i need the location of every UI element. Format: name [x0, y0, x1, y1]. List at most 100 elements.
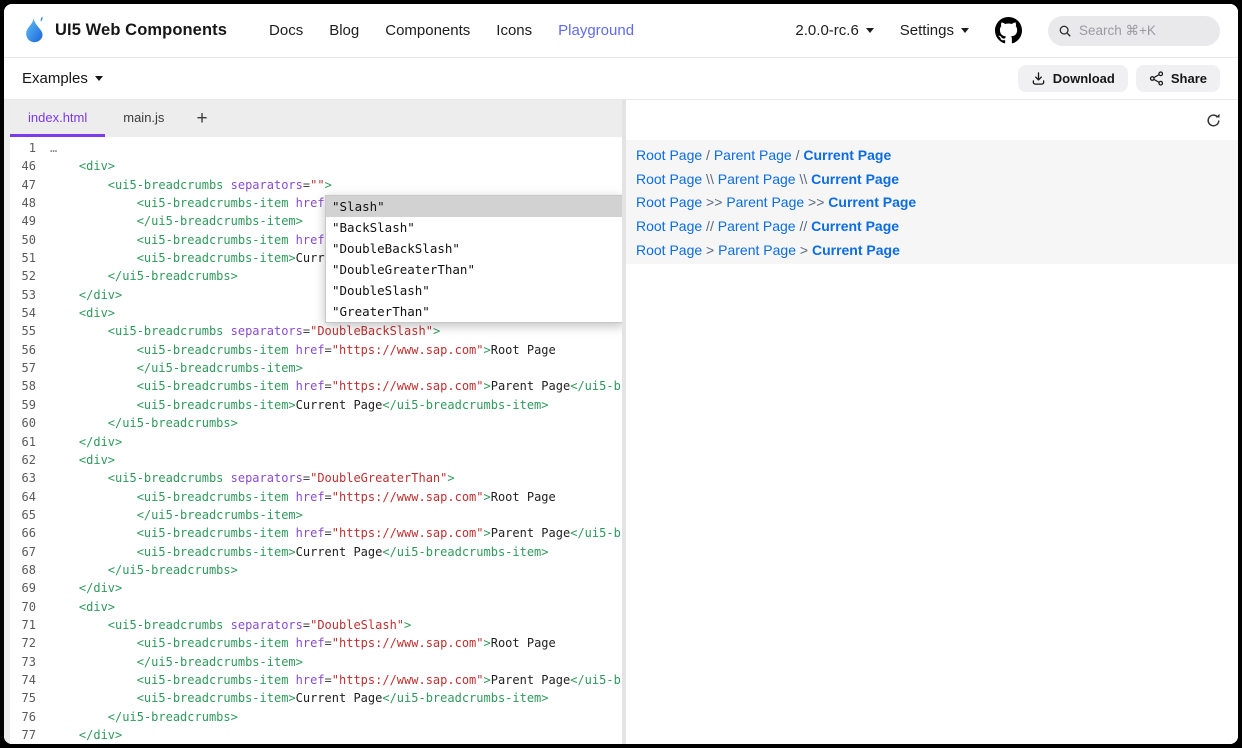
chevron-down-icon: [95, 76, 103, 81]
brand[interactable]: UI5 Web Components: [22, 15, 227, 46]
code-line[interactable]: 63 <ui5-breadcrumbs separators="DoubleGr…: [10, 469, 622, 487]
line-number: 60: [10, 414, 50, 432]
breadcrumb-row: Root Page / Parent Page / Current Page: [636, 143, 1238, 167]
main-nav: Docs Blog Components Icons Playground: [269, 22, 634, 39]
code-line[interactable]: 47 <ui5-breadcrumbs separators="">: [10, 176, 622, 194]
header-right: 2.0.0-rc.6 Settings: [795, 16, 1220, 46]
code-line[interactable]: 77 </div>: [10, 726, 622, 744]
line-number: 54: [10, 304, 50, 322]
line-number: 58: [10, 377, 50, 395]
code-line[interactable]: 67 <ui5-breadcrumbs-item>Current Page</u…: [10, 543, 622, 561]
code-line[interactable]: 57 </ui5-breadcrumbs-item>: [10, 359, 622, 377]
autocomplete-option[interactable]: "GreaterThan": [326, 301, 622, 322]
version-dropdown[interactable]: 2.0.0-rc.6: [795, 22, 873, 39]
code-line-content: </div>: [50, 726, 122, 744]
code-line-content: </ui5-breadcrumbs>: [50, 708, 238, 726]
code-line[interactable]: 1…: [10, 139, 622, 157]
code-line-content: </ui5-breadcrumbs-item>: [50, 359, 303, 377]
line-number: 70: [10, 598, 50, 616]
code-line[interactable]: 46 <div>: [10, 157, 622, 175]
code-line[interactable]: 73 </ui5-breadcrumbs-item>: [10, 653, 622, 671]
breadcrumb-link[interactable]: Root Page: [636, 147, 702, 163]
breadcrumb-current: Current Page: [812, 242, 900, 258]
editor-tabbar: index.html main.js +: [10, 100, 622, 137]
code-line-content: <ui5-breadcrumbs-item href="https://www.…: [50, 671, 622, 689]
code-line[interactable]: 72 <ui5-breadcrumbs-item href="https://w…: [10, 634, 622, 652]
nav-item-blog[interactable]: Blog: [329, 22, 359, 39]
code-line[interactable]: 70 <div>: [10, 598, 622, 616]
share-button[interactable]: Share: [1136, 65, 1220, 92]
code-line[interactable]: 56 <ui5-breadcrumbs-item href="https://w…: [10, 341, 622, 359]
breadcrumb-link[interactable]: Parent Page: [718, 242, 796, 258]
download-label: Download: [1053, 71, 1115, 86]
tab-index-html[interactable]: index.html: [10, 100, 105, 137]
breadcrumb-link[interactable]: Parent Page: [714, 147, 792, 163]
breadcrumb-row: Root Page >> Parent Page >> Current Page: [636, 190, 1238, 214]
code-line[interactable]: 66 <ui5-breadcrumbs-item href="https://w…: [10, 524, 622, 542]
nav-item-playground[interactable]: Playground: [558, 22, 634, 39]
code-line[interactable]: 62 <div>: [10, 451, 622, 469]
settings-dropdown[interactable]: Settings: [900, 22, 969, 39]
breadcrumb-separator: >: [702, 242, 718, 258]
code-editor-panel: index.html main.js + 1…46 <div>47 <ui5-b…: [4, 100, 622, 744]
line-number: 76: [10, 708, 50, 726]
nav-item-docs[interactable]: Docs: [269, 22, 303, 39]
code-line[interactable]: 65 </ui5-breadcrumbs-item>: [10, 506, 622, 524]
preview-panel: Root Page / Parent Page / Current PageRo…: [626, 100, 1238, 744]
nav-item-components[interactable]: Components: [385, 22, 470, 39]
code-line[interactable]: 55 <ui5-breadcrumbs separators="DoubleBa…: [10, 322, 622, 340]
code-line[interactable]: 75 <ui5-breadcrumbs-item>Current Page</u…: [10, 689, 622, 707]
code-line[interactable]: 68 </ui5-breadcrumbs>: [10, 561, 622, 579]
examples-dropdown[interactable]: Examples: [22, 70, 103, 87]
breadcrumb-link[interactable]: Root Page: [636, 171, 702, 187]
line-number: 61: [10, 433, 50, 451]
breadcrumb-link[interactable]: Root Page: [636, 218, 702, 234]
code-line-content: …: [50, 139, 57, 157]
code-line[interactable]: 76 </ui5-breadcrumbs>: [10, 708, 622, 726]
code-line[interactable]: 69 </div>: [10, 579, 622, 597]
code-line[interactable]: 59 <ui5-breadcrumbs-item>Current Page</u…: [10, 396, 622, 414]
code-line-content: </ui5-breadcrumbs>: [50, 414, 238, 432]
code-line[interactable]: 61 </div>: [10, 433, 622, 451]
line-number: 55: [10, 322, 50, 340]
tab-main-js[interactable]: main.js: [105, 100, 182, 137]
breadcrumb-current: Current Page: [828, 194, 916, 210]
breadcrumb-link[interactable]: Root Page: [636, 194, 702, 210]
code-line[interactable]: 58 <ui5-breadcrumbs-item href="https://w…: [10, 377, 622, 395]
code-line-content: <ui5-breadcrumbs-item href="https://www.…: [50, 341, 556, 359]
add-tab-button[interactable]: +: [182, 100, 221, 137]
download-button[interactable]: Download: [1018, 65, 1128, 92]
nav-item-icons[interactable]: Icons: [496, 22, 532, 39]
breadcrumb-separator: \\: [796, 171, 812, 187]
line-number: 71: [10, 616, 50, 634]
code-line[interactable]: 60 </ui5-breadcrumbs>: [10, 414, 622, 432]
line-number: 74: [10, 671, 50, 689]
autocomplete-option[interactable]: "DoubleGreaterThan": [326, 259, 622, 280]
code-line[interactable]: 64 <ui5-breadcrumbs-item href="https://w…: [10, 488, 622, 506]
download-icon: [1031, 71, 1046, 86]
github-icon[interactable]: [995, 17, 1022, 44]
code-line[interactable]: 74 <ui5-breadcrumbs-item href="https://w…: [10, 671, 622, 689]
line-number: 57: [10, 359, 50, 377]
search-box[interactable]: [1048, 16, 1220, 46]
autocomplete-option[interactable]: "Slash": [326, 196, 622, 217]
line-number: 46: [10, 157, 50, 175]
code-line-content: <ui5-breadcrumbs separators="DoubleBackS…: [50, 322, 440, 340]
breadcrumb-row: Root Page // Parent Page // Current Page: [636, 214, 1238, 238]
autocomplete-option[interactable]: "DoubleBackSlash": [326, 238, 622, 259]
autocomplete-option[interactable]: "DoubleSlash": [326, 280, 622, 301]
breadcrumb-link[interactable]: Root Page: [636, 242, 702, 258]
breadcrumb-link[interactable]: Parent Page: [726, 194, 804, 210]
code-line-content: </ui5-breadcrumbs-item>: [50, 212, 303, 230]
code-line[interactable]: 71 <ui5-breadcrumbs separators="DoubleSl…: [10, 616, 622, 634]
autocomplete-option[interactable]: "BackSlash": [326, 217, 622, 238]
breadcrumb-separator: //: [796, 218, 812, 234]
refresh-icon[interactable]: [1205, 112, 1222, 129]
code-line-content: <ui5-breadcrumbs-item href="https://www.…: [50, 634, 556, 652]
line-number: 69: [10, 579, 50, 597]
code-line-content: <ui5-breadcrumbs-item href="https://www.…: [50, 377, 622, 395]
breadcrumb-link[interactable]: Parent Page: [718, 171, 796, 187]
code-line-content: <ui5-breadcrumbs-item>Current Page</ui5-…: [50, 396, 549, 414]
breadcrumb-link[interactable]: Parent Page: [718, 218, 796, 234]
search-input[interactable]: [1079, 23, 1199, 38]
